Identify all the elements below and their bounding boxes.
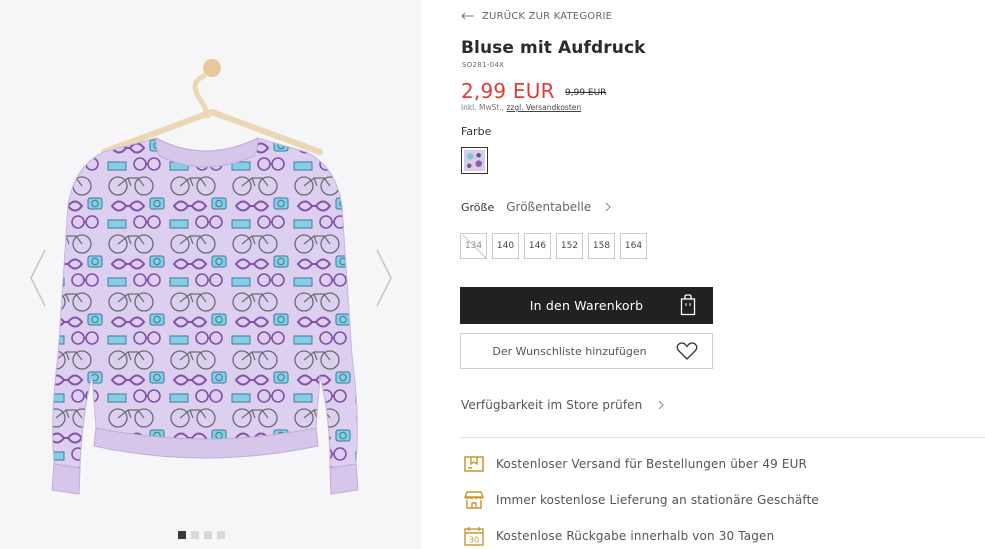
heart-icon <box>676 342 698 360</box>
chevron-right-icon <box>658 400 665 410</box>
gallery-dot-4[interactable] <box>217 531 225 539</box>
shopping-bag-icon <box>680 294 696 316</box>
gallery-dot-2[interactable] <box>191 531 199 539</box>
size-header: Größe Größentabelle <box>461 199 611 215</box>
size-option-label: 134 <box>464 241 483 251</box>
delivery-box-icon <box>463 453 485 475</box>
arrow-left-icon <box>461 12 474 20</box>
svg-text:30: 30 <box>469 536 479 545</box>
benefits-list: Kostenloser Versand für Bestellungen übe… <box>463 452 819 549</box>
benefit-label: Immer kostenlose Lieferung an stationäre… <box>496 493 819 507</box>
gallery-prev-arrow-icon[interactable] <box>27 248 49 308</box>
back-to-category-link[interactable]: ZURÜCK ZUR KATEGORIE <box>461 9 612 23</box>
calendar-30-icon: 30 <box>463 525 485 547</box>
size-option[interactable]: 134 <box>460 233 487 259</box>
chevron-right-icon <box>605 202 611 212</box>
color-label: Farbe <box>461 125 492 138</box>
gallery-dots <box>178 531 225 539</box>
benefit-label: Kostenlose Rückgabe innerhalb von 30 Tag… <box>496 529 775 543</box>
size-option-label: 158 <box>592 241 611 251</box>
shipping-costs-link[interactable]: zzgl. Versandkosten <box>507 103 582 112</box>
product-sku: SO281-04X <box>462 61 505 69</box>
size-table-label: Größentabelle <box>506 200 592 214</box>
size-label: Größe <box>461 200 495 214</box>
store-availability-label: Verfügbarkeit im Store prüfen <box>461 398 643 412</box>
divider <box>460 437 985 438</box>
tax-note: inkl. MwSt., zzgl. Versandkosten <box>461 103 581 112</box>
gallery-next-arrow-icon[interactable] <box>373 248 395 308</box>
product-image[interactable] <box>44 56 366 496</box>
size-option-label: 164 <box>624 241 643 251</box>
size-option-label: 140 <box>496 241 515 251</box>
size-options: 134 140 146 152 158 164 <box>460 233 647 259</box>
size-option-label: 152 <box>560 241 579 251</box>
color-swatch-pattern <box>464 150 485 171</box>
add-to-cart-label: In den Warenkorb <box>529 298 644 313</box>
size-option-label: 146 <box>528 241 547 251</box>
product-gallery <box>0 0 421 549</box>
benefit-free-returns: 30 Kostenlose Rückgabe innerhalb von 30 … <box>463 524 819 548</box>
store-availability-link[interactable]: Verfügbarkeit im Store prüfen <box>461 398 665 412</box>
tax-note-prefix: inkl. MwSt., <box>461 103 505 112</box>
add-to-wishlist-button[interactable]: Der Wunschliste hinzufügen <box>460 333 713 369</box>
benefit-store-delivery: Immer kostenlose Lieferung an stationäre… <box>463 488 819 512</box>
back-link-label: ZURÜCK ZUR KATEGORIE <box>482 10 613 22</box>
size-option[interactable]: 164 <box>620 233 647 259</box>
current-price: 2,99 EUR <box>461 79 555 103</box>
size-option[interactable]: 140 <box>492 233 519 259</box>
product-title: Bluse mit Aufdruck <box>461 38 646 58</box>
size-option[interactable]: 146 <box>524 233 551 259</box>
color-swatch[interactable] <box>461 147 488 174</box>
gallery-dot-1[interactable] <box>178 531 186 539</box>
benefit-free-shipping: Kostenloser Versand für Bestellungen übe… <box>463 452 819 476</box>
size-option[interactable]: 152 <box>556 233 583 259</box>
add-to-cart-button[interactable]: In den Warenkorb <box>460 287 713 324</box>
size-option[interactable]: 158 <box>588 233 615 259</box>
benefit-label: Kostenloser Versand für Bestellungen übe… <box>496 457 808 471</box>
old-price: 9,99 EUR <box>565 88 607 98</box>
gallery-dot-3[interactable] <box>204 531 212 539</box>
add-to-wishlist-label: Der Wunschliste hinzufügen <box>492 344 647 358</box>
store-icon <box>463 489 485 511</box>
size-table-link[interactable]: Größentabelle <box>506 200 611 214</box>
